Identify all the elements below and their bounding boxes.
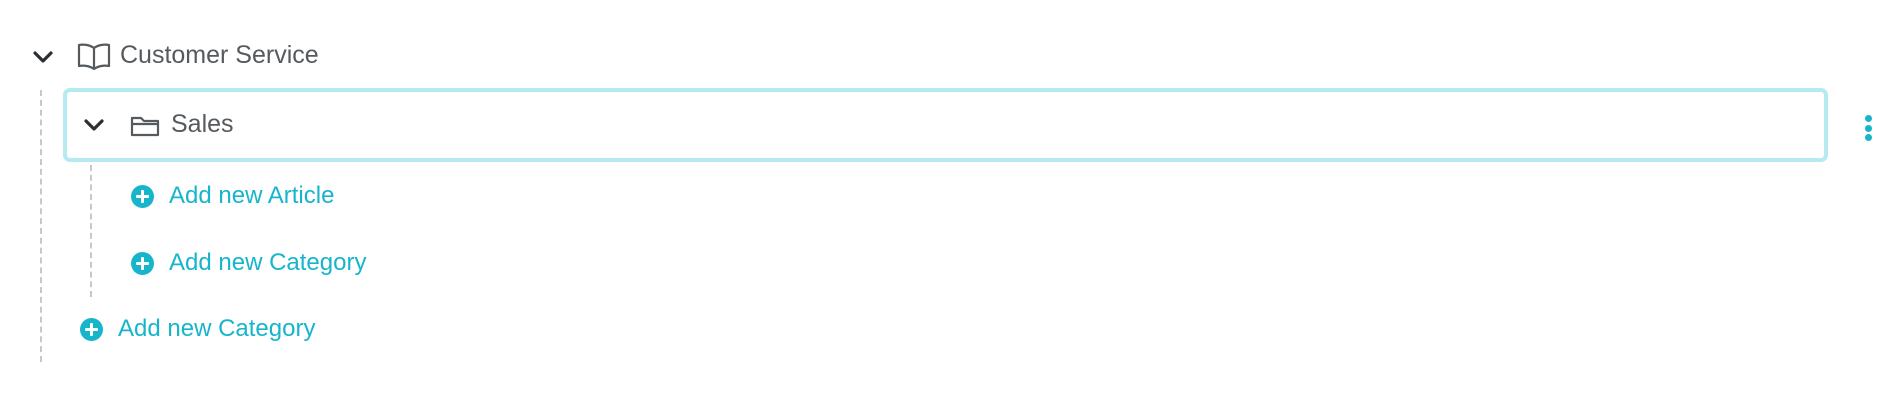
- chevron-down-icon: [33, 51, 53, 63]
- folder-icon: [130, 114, 160, 138]
- add-root-category-action[interactable]: Add new Category: [80, 313, 315, 345]
- add-root-category-link[interactable]: Add new Category: [118, 314, 315, 344]
- tree-guide-line-sales: [90, 165, 92, 297]
- plus-circle-icon: [131, 184, 154, 208]
- category-label: Sales: [171, 110, 234, 138]
- more-vertical-icon[interactable]: [1862, 115, 1874, 141]
- plus-circle-icon: [80, 317, 103, 341]
- root-category-label[interactable]: Customer Service: [120, 40, 319, 70]
- category-collapse-toggle[interactable]: [80, 111, 108, 139]
- chevron-down-icon: [84, 119, 104, 131]
- plus-circle-icon: [131, 251, 154, 275]
- category-row-sales[interactable]: Sales: [63, 88, 1828, 162]
- add-article-action[interactable]: Add new Article: [131, 180, 334, 212]
- add-subcategory-link[interactable]: Add new Category: [169, 248, 366, 278]
- add-article-link[interactable]: Add new Article: [169, 181, 334, 211]
- tree-guide-line-root: [40, 90, 42, 362]
- root-collapse-toggle[interactable]: [29, 43, 57, 71]
- add-subcategory-action[interactable]: Add new Category: [131, 247, 366, 279]
- book-open-icon: [77, 42, 111, 71]
- knowledge-base-tree: Customer Service Sales Add new Article A…: [0, 0, 1900, 410]
